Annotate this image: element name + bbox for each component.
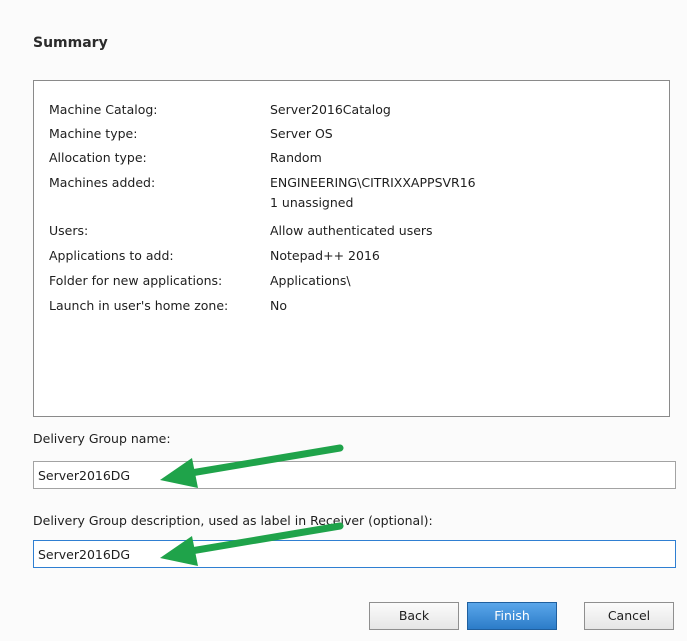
summary-value: Server OS <box>270 126 333 141</box>
back-button[interactable]: Back <box>369 602 459 630</box>
summary-value: Random <box>270 150 322 165</box>
summary-value: Allow authenticated users <box>270 223 433 238</box>
summary-value: No <box>270 298 287 313</box>
summary-key: Launch in user's home zone: <box>49 298 229 313</box>
summary-value: Server2016Catalog <box>270 102 391 117</box>
summary-key: Machine Catalog: <box>49 102 158 117</box>
summary-page: Summary Machine Catalog: Server2016Catal… <box>0 0 687 641</box>
delivery-group-name-input[interactable] <box>33 461 676 489</box>
summary-key: Folder for new applications: <box>49 273 223 288</box>
summary-value: ENGINEERING\CITRIXXAPPSVR16 <box>270 175 476 190</box>
summary-value: Notepad++ 2016 <box>270 248 380 263</box>
summary-key: Machine type: <box>49 126 138 141</box>
delivery-group-name-label: Delivery Group name: <box>33 431 171 446</box>
delivery-group-description-label: Delivery Group description, used as labe… <box>33 513 433 528</box>
summary-value: 1 unassigned <box>270 195 354 210</box>
summary-key: Machines added: <box>49 175 156 190</box>
summary-key: Allocation type: <box>49 150 147 165</box>
finish-button[interactable]: Finish <box>467 602 557 630</box>
summary-key: Applications to add: <box>49 248 174 263</box>
cancel-button[interactable]: Cancel <box>584 602 674 630</box>
summary-box: Machine Catalog: Server2016Catalog Machi… <box>33 80 670 417</box>
page-title: Summary <box>33 35 108 51</box>
summary-value: Applications\ <box>270 273 351 288</box>
summary-key: Users: <box>49 223 89 238</box>
delivery-group-description-input[interactable] <box>33 540 676 568</box>
